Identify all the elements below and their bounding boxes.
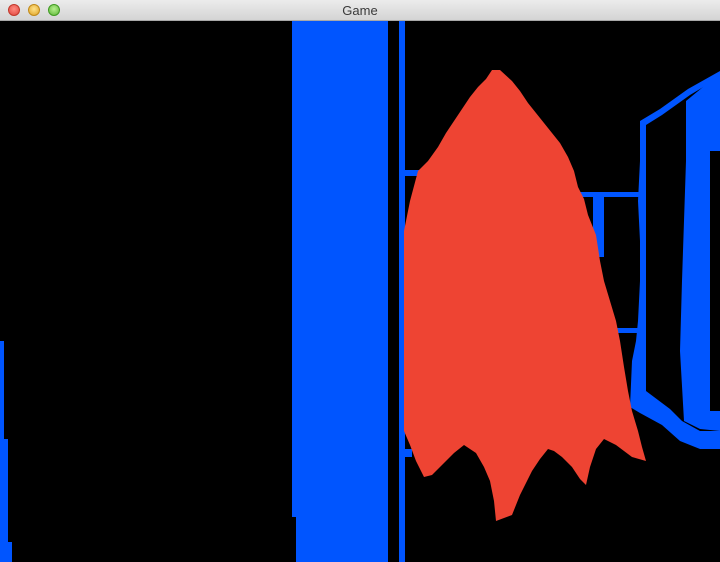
game-window: Game [0, 0, 720, 562]
game-viewport[interactable] [0, 21, 720, 562]
title-bar[interactable]: Game [0, 0, 720, 21]
red-ghost [404, 70, 646, 521]
window-title: Game [342, 3, 378, 18]
pole-bracket-low [404, 449, 412, 457]
near-wall-column [292, 21, 388, 562]
corridor-beam [580, 192, 644, 197]
maze-render [0, 21, 720, 562]
door-gap [710, 151, 720, 411]
left-wall-sliver [0, 341, 12, 562]
